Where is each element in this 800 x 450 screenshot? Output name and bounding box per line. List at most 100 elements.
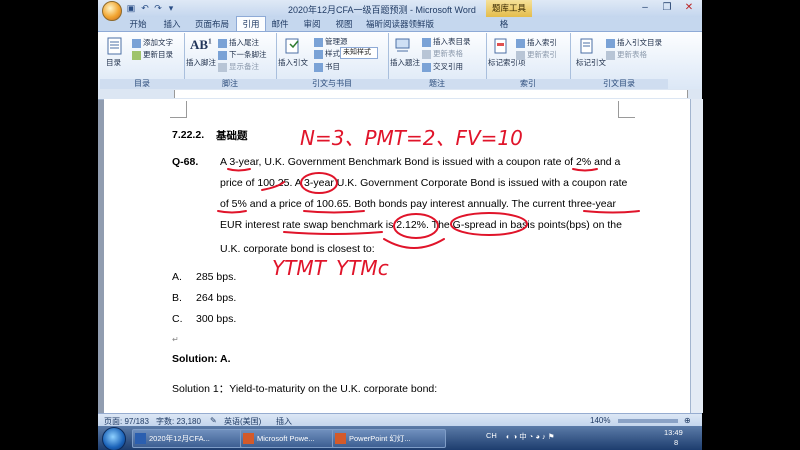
ink-underline (303, 210, 365, 214)
ime-indicator[interactable]: CH (486, 431, 497, 440)
tab-home[interactable]: 开始 (126, 17, 150, 31)
toc-icon (107, 37, 122, 55)
letterbox-right (702, 0, 800, 450)
mark-citation-button[interactable]: 标记引文 (576, 57, 606, 68)
tab-view[interactable]: 视图 (332, 17, 356, 31)
ink-underline (217, 210, 247, 214)
toc-button[interactable]: 目录 (106, 57, 121, 68)
clock-time[interactable]: 13:49 (664, 428, 683, 437)
maximize-button[interactable]: ❐ (656, 1, 678, 15)
update-toc-button[interactable]: 更新目录 (132, 49, 173, 60)
undo-icon[interactable]: ↶ (140, 3, 150, 13)
insert-table-of-figures-button[interactable]: 插入表目录 (422, 36, 471, 47)
update-index-icon (516, 50, 525, 60)
ink-circle (450, 212, 528, 236)
group-toc: 目录 添加文字 更新目录 目录 (100, 33, 185, 89)
show-notes-button[interactable]: 显示备注 (218, 61, 259, 72)
add-text-button[interactable]: 添加文字 (132, 37, 173, 48)
word-icon (135, 433, 146, 444)
next-footnote-button[interactable]: 下一条脚注 (218, 49, 267, 60)
table-of-figures-icon (422, 37, 431, 47)
ruler-scale (174, 90, 688, 98)
cross-reference-button[interactable]: 交叉引用 (422, 61, 463, 72)
update-authorities-button[interactable]: 更新表格 (606, 49, 647, 60)
taskbar-item-slideshow[interactable]: PowerPoint 幻灯... (332, 429, 446, 448)
group-footnotes: AB1 插入脚注 插入尾注 下一条脚注 显示备注 脚注 (184, 33, 277, 89)
system-tray-icons[interactable]: ◐ ◑ 中 ◔ ◕ ♪ ⚑ (506, 431, 616, 441)
ink-circle (300, 172, 338, 194)
insert-footnote-button[interactable]: 插入脚注 (186, 57, 216, 68)
ink-underline (261, 181, 285, 191)
group-label: 题注 (388, 79, 486, 89)
start-button[interactable] (102, 427, 126, 450)
taskbar: 2020年12月CFA... Microsoft Powe... PowerPo… (98, 426, 702, 450)
table-of-authorities-icon (606, 38, 615, 48)
insert-table-of-authorities-button[interactable]: 插入引文目录 (606, 37, 662, 48)
proofing-icon[interactable]: ✎ (210, 416, 217, 425)
update-table-button[interactable]: 更新表格 (422, 48, 463, 59)
zoom-slider[interactable] (618, 419, 678, 423)
document-page[interactable]: 7.22.2. 基础题 Q-68. A 3-year, U.K. Governm… (104, 99, 690, 413)
tab-references[interactable]: 引用 (236, 16, 266, 32)
footnote-icon: AB1 (190, 37, 212, 52)
handwriting-top: N=3、PMT=2、FV=10 (300, 126, 523, 150)
style-label: 样式: (314, 48, 342, 59)
insert-citation-button[interactable]: 插入引文 (278, 57, 308, 68)
slideshow-icon (335, 433, 346, 444)
bibliography-button[interactable]: 书目 (314, 61, 340, 72)
bibliography-icon (314, 62, 323, 72)
group-label: 引文目录 (570, 79, 668, 89)
tab-mailings[interactable]: 邮件 (268, 17, 292, 31)
clock-date[interactable]: 8 (674, 438, 678, 447)
powerpoint-icon (243, 433, 254, 444)
manage-sources-button[interactable]: 管理源 (314, 36, 348, 47)
tab-insert[interactable]: 插入 (160, 17, 184, 31)
ink-underline (283, 231, 383, 235)
zoom-in-icon[interactable]: ⊕ (684, 416, 691, 425)
save-icon[interactable]: ▣ (126, 3, 136, 13)
close-button[interactable]: ✕ (678, 1, 700, 15)
insert-index-button[interactable]: 插入索引 (516, 37, 557, 48)
handwriting-ytmc: YTMc (336, 256, 389, 280)
caption-icon (395, 38, 410, 52)
cross-reference-icon (422, 62, 431, 72)
insert-endnote-button[interactable]: 插入尾注 (218, 37, 259, 48)
style-dropdown[interactable]: 未知样式 (340, 47, 378, 59)
mark-entry-icon (494, 38, 507, 54)
insert-caption-button[interactable]: 插入题注 (390, 57, 420, 68)
group-index: 标记索引项 插入索引 更新索引 索引 (486, 33, 571, 89)
group-label: 索引 (486, 79, 570, 89)
tab-foxit-reader[interactable]: 福昕阅读器领鲜版 (362, 17, 438, 31)
endnote-icon (218, 38, 227, 48)
ink-circle (393, 213, 439, 239)
ribbon: 目录 添加文字 更新目录 目录 AB1 插入脚注 插入尾注 下一条脚注 显示备注… (98, 31, 702, 91)
group-label: 目录 (100, 79, 184, 89)
update-index-button[interactable]: 更新索引 (516, 49, 557, 60)
tab-format[interactable]: 格 (494, 17, 514, 31)
screen: ▣ ↶ ↷ ▾ 2020年12月CFA一级百题预测 - Microsoft Wo… (0, 0, 800, 450)
redo-icon[interactable]: ↷ (153, 3, 163, 13)
ink-annotations: N=3、PMT=2、FV=10 YTMT YTMc (217, 126, 640, 280)
ribbon-tabs: 开始 插入 页面布局 引用 邮件 审阅 视图 福昕阅读器领鲜版 格 ? (98, 16, 702, 46)
mark-citation-icon (580, 38, 593, 54)
vertical-scrollbar[interactable] (690, 99, 703, 413)
tab-review[interactable]: 审阅 (300, 17, 324, 31)
group-captions: 插入题注 插入表目录 更新表格 交叉引用 题注 (388, 33, 487, 89)
handwriting-ytmt: YTMT (272, 256, 328, 280)
tab-page-layout[interactable]: 页面布局 (192, 17, 232, 31)
title-bar: ▣ ↶ ↷ ▾ 2020年12月CFA一级百题预测 - Microsoft Wo… (98, 0, 702, 21)
group-label: 引文与书目 (276, 79, 388, 89)
window-title: 2020年12月CFA一级百题预测 - Microsoft Word (288, 5, 476, 15)
context-tab-label: 题库工具 (486, 0, 532, 17)
group-citations: 插入引文 管理源 样式: 未知样式 书目 引文与书目 (276, 33, 389, 89)
quick-access-dropdown-icon[interactable]: ▾ (166, 3, 176, 13)
citation-icon (285, 38, 299, 54)
style-icon (314, 49, 323, 59)
show-notes-icon (218, 62, 227, 72)
zoom-level[interactable]: 140% (590, 416, 610, 425)
taskbar-item-word[interactable]: 2020年12月CFA... (132, 429, 256, 448)
ink-underline (572, 168, 598, 172)
group-table-of-authorities: 标记引文 插入引文目录 更新表格 引文目录 (570, 33, 668, 89)
minimize-button[interactable]: – (634, 1, 656, 15)
group-label: 脚注 (184, 79, 276, 89)
